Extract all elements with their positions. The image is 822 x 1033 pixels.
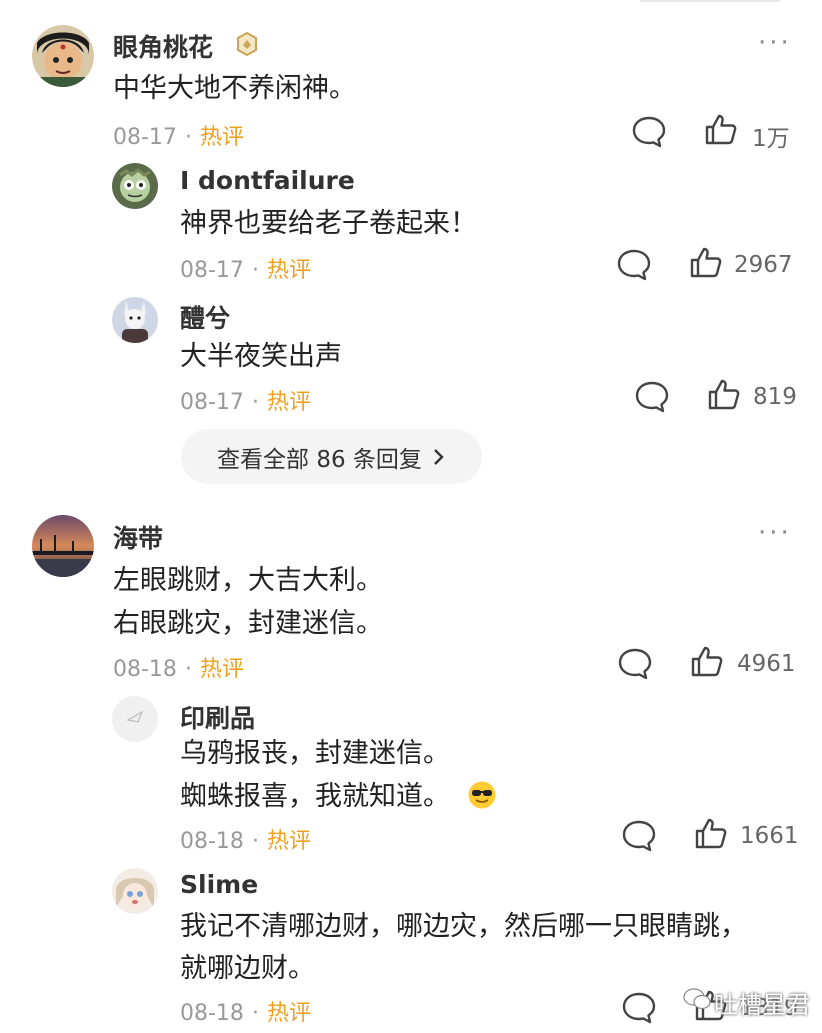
hot-comment-tag: 热评: [199, 125, 244, 150]
comment-date: 08-17: [180, 390, 244, 415]
comment-text: 中华大地不养闲神。: [113, 73, 356, 104]
hot-comment-tag: 热评: [266, 390, 311, 415]
watermark: 吐槽星君: [714, 991, 810, 1019]
comment-meta: 08-17 · 热评: [180, 252, 311, 284]
avatar[interactable]: [112, 163, 158, 209]
like-count: 4961: [737, 651, 796, 677]
comment-text-line: 左眼跳财，大吉大利。: [113, 565, 383, 596]
separator-dot: ·: [184, 657, 192, 682]
avatar[interactable]: [112, 696, 158, 742]
comment-bubble-icon[interactable]: [631, 114, 667, 150]
comment-bubble-icon[interactable]: [621, 990, 657, 1026]
hot-comment-tag: 热评: [266, 258, 311, 283]
sunglasses-emoji-icon: [467, 780, 497, 814]
comment-bubble-icon[interactable]: [621, 818, 657, 854]
hot-comment-tag: 热评: [266, 1001, 311, 1026]
reply-text: 神界也要给老子卷起来！: [180, 208, 477, 239]
top-edge-bar: [640, 0, 780, 2]
comment-date: 08-18: [180, 1001, 244, 1026]
comment-bubble-icon[interactable]: [617, 646, 653, 682]
separator-dot: ·: [251, 1001, 259, 1026]
like-count: 819: [753, 384, 797, 410]
more-dots-icon[interactable]: ···: [758, 28, 792, 58]
hot-comment-tag: 热评: [199, 657, 244, 682]
separator-dot: ·: [251, 390, 259, 415]
hot-comment-tag: 热评: [266, 829, 311, 854]
thumbs-up-icon[interactable]: [688, 245, 724, 281]
wechat-logo-icon: [682, 986, 712, 1016]
username[interactable]: Slime: [180, 870, 258, 899]
thumbs-up-icon[interactable]: [703, 112, 739, 148]
reply-text-line: 乌鸦报丧，封建迷信。: [180, 738, 450, 769]
comment-meta: 08-18 · 热评: [180, 995, 311, 1027]
comment-date: 08-18: [180, 829, 244, 854]
chevron-right-icon: [434, 448, 444, 465]
username[interactable]: 醴兮: [180, 299, 230, 335]
comment-meta: 08-17 · 热评: [113, 119, 244, 151]
separator-dot: ·: [184, 125, 192, 150]
reply-text-line: 就哪边财。: [180, 953, 315, 984]
comment-bubble-icon[interactable]: [634, 379, 670, 415]
comment-bubble-icon[interactable]: [616, 247, 652, 283]
view-all-replies-label: 查看全部 86 条回复: [217, 446, 422, 473]
avatar[interactable]: [32, 25, 94, 87]
separator-dot: ·: [251, 258, 259, 283]
comment-meta: 08-18 · 热评: [113, 651, 244, 683]
comment-date: 08-18: [113, 657, 177, 682]
avatar[interactable]: [32, 515, 94, 577]
avatar[interactable]: [112, 297, 158, 343]
avatar[interactable]: [112, 868, 158, 914]
thumbs-up-icon[interactable]: [706, 377, 742, 413]
thumbs-up-icon[interactable]: [689, 644, 725, 680]
thumbs-up-icon[interactable]: [693, 816, 729, 852]
like-count: 1万: [752, 126, 790, 152]
comment-date: 08-17: [180, 258, 244, 283]
more-dots-icon[interactable]: ···: [758, 518, 792, 548]
verified-badge-icon: [234, 31, 260, 61]
username[interactable]: I dontfailure: [180, 166, 355, 195]
username[interactable]: 眼角桃花: [113, 28, 213, 64]
like-count: 1661: [740, 823, 799, 849]
username[interactable]: 海带: [113, 519, 163, 555]
reply-text-line: 蜘蛛报喜，我就知道。: [180, 781, 450, 812]
reply-text: 大半夜笑出声: [180, 341, 342, 372]
reply-text-line: 我记不清哪边财，哪边灾，然后哪一只眼睛跳，: [180, 911, 747, 942]
separator-dot: ·: [251, 829, 259, 854]
comment-text-line: 右眼跳灾，封建迷信。: [113, 608, 383, 639]
comment-date: 08-17: [113, 125, 177, 150]
username[interactable]: 印刷品: [180, 699, 255, 735]
comment-meta: 08-17 · 热评: [180, 384, 311, 416]
view-all-replies-button[interactable]: 查看全部 86 条回复: [181, 429, 482, 484]
like-count: 2967: [734, 252, 793, 278]
comment-meta: 08-18 · 热评: [180, 823, 311, 855]
